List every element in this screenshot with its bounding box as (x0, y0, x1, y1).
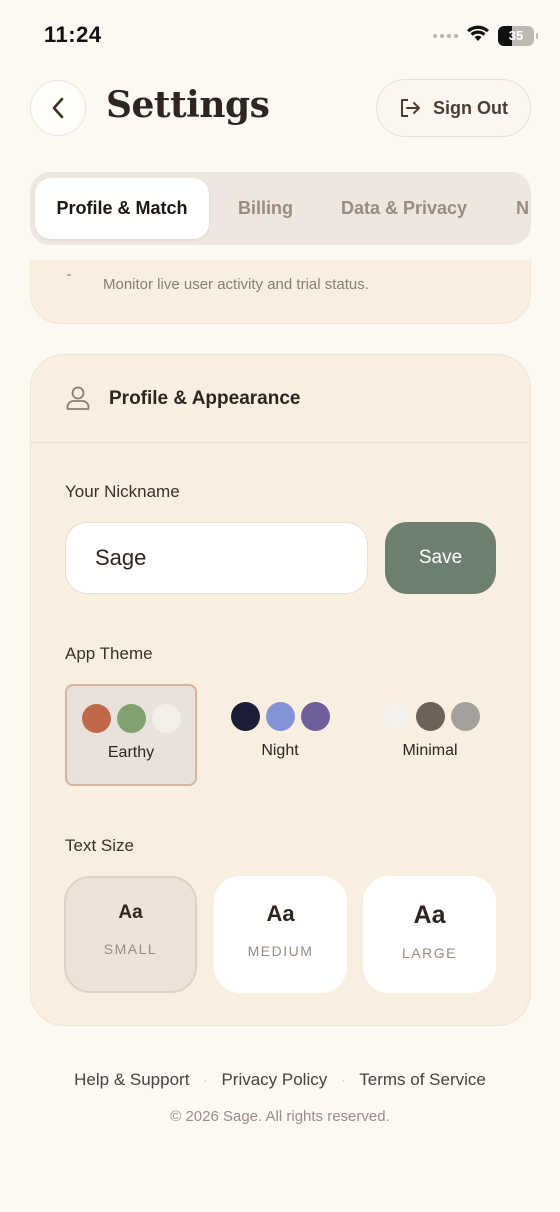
wifi-icon (466, 24, 490, 47)
save-button[interactable]: Save (385, 522, 496, 594)
text-size-large[interactable]: Aa LARGE (363, 876, 496, 993)
theme-name: Night (261, 742, 299, 759)
footer-separator: · (203, 1073, 208, 1087)
tab-overflow[interactable]: N (516, 178, 529, 239)
card-icon-remnant (67, 274, 71, 276)
theme-option-night[interactable]: Night (214, 684, 346, 786)
size-name: MEDIUM (247, 943, 314, 959)
size-name: LARGE (402, 945, 457, 961)
settings-tabs: Profile & Match Billing Data & Privacy N (30, 172, 531, 245)
theme-swatches (364, 702, 496, 731)
tab-data-privacy[interactable]: Data & Privacy (341, 178, 467, 239)
size-sample: Aa (413, 901, 446, 929)
theme-name: Minimal (402, 742, 458, 759)
color-swatch (151, 704, 181, 733)
text-size-label: Text Size (65, 836, 134, 855)
theme-option-minimal[interactable]: Minimal (364, 684, 496, 786)
theme-swatches (214, 702, 346, 731)
text-size-small[interactable]: Aa SMALL (64, 876, 197, 993)
page-title: Settings (106, 84, 270, 126)
cellular-signal-icon (433, 33, 458, 38)
battery-level: 35 (508, 28, 524, 43)
battery-icon: 35 (498, 25, 538, 46)
theme-name: Earthy (107, 744, 155, 761)
tab-profile-match[interactable]: Profile & Match (35, 178, 209, 239)
color-swatch (450, 702, 480, 731)
color-swatch (116, 704, 146, 733)
color-swatch (265, 702, 295, 731)
nickname-label: Your Nickname (65, 482, 180, 501)
color-swatch (230, 702, 260, 731)
admin-card-description: Monitor live user activity and trial sta… (103, 276, 369, 293)
status-icons: 35 (433, 24, 538, 47)
admin-card: Monitor live user activity and trial sta… (30, 260, 531, 324)
footer-separator: · (341, 1073, 346, 1087)
theme-option-earthy[interactable]: Earthy (65, 684, 197, 786)
size-sample: Aa (118, 902, 143, 923)
sign-out-label: Sign Out (433, 97, 508, 118)
card-header: Profile & Appearance (31, 355, 530, 443)
status-time: 11:24 (44, 22, 102, 47)
color-swatch (81, 704, 111, 733)
card-title: Profile & Appearance (109, 388, 301, 409)
user-icon (66, 386, 90, 410)
text-size-medium[interactable]: Aa MEDIUM (214, 876, 347, 993)
color-swatch (415, 702, 445, 731)
footer-links: Help & Support · Privacy Policy · Terms … (0, 1070, 560, 1090)
theme-label: App Theme (65, 644, 153, 663)
chevron-left-icon (52, 97, 64, 119)
back-button[interactable] (30, 80, 86, 136)
color-swatch (300, 702, 330, 731)
size-sample: Aa (266, 901, 295, 926)
size-name: SMALL (103, 941, 158, 957)
tab-billing[interactable]: Billing (238, 178, 293, 239)
help-support-link[interactable]: Help & Support (74, 1070, 189, 1090)
theme-swatches (67, 704, 195, 733)
privacy-policy-link[interactable]: Privacy Policy (221, 1070, 327, 1090)
terms-of-service-link[interactable]: Terms of Service (359, 1070, 486, 1090)
copyright: © 2026 Sage. All rights reserved. (170, 1108, 390, 1125)
profile-appearance-card: Profile & Appearance Your Nickname Sage … (30, 354, 531, 1026)
color-swatch (380, 702, 410, 731)
sign-out-icon (401, 99, 420, 117)
nickname-input[interactable]: Sage (65, 522, 368, 594)
sign-out-button[interactable]: Sign Out (376, 79, 531, 137)
